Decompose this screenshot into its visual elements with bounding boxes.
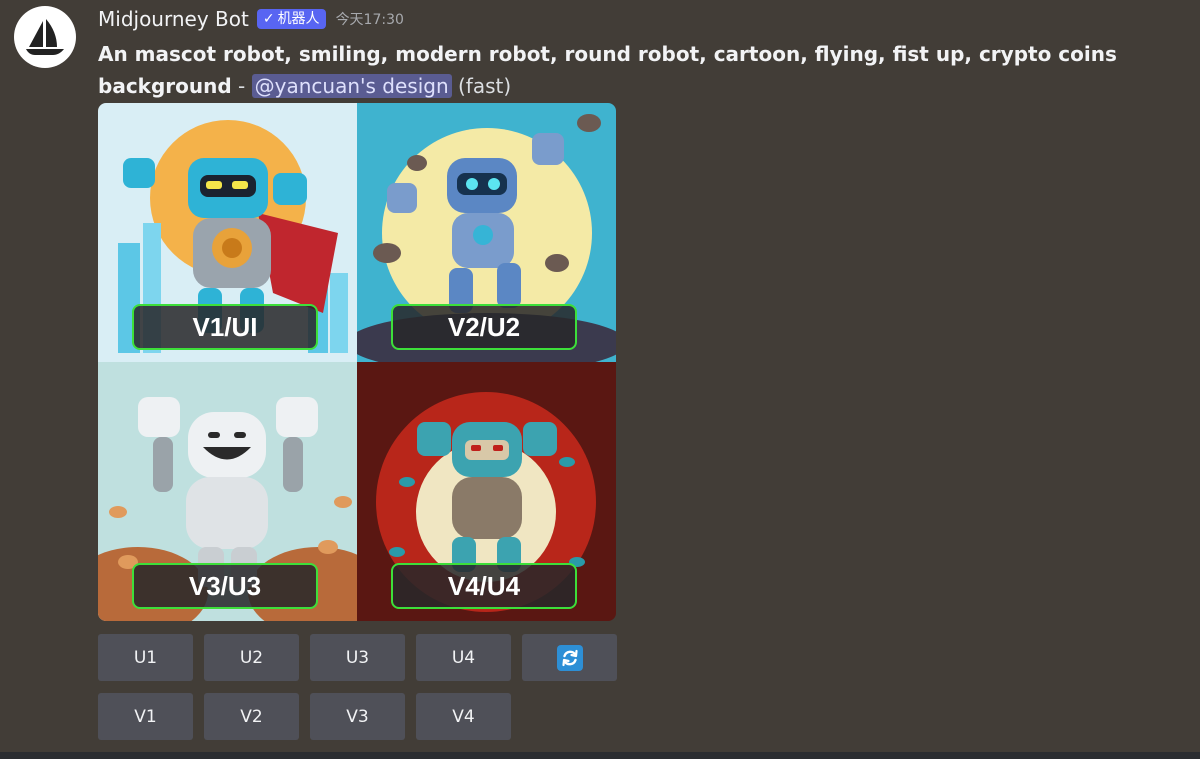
u1-button[interactable]: U1: [98, 634, 193, 681]
grid-image-4[interactable]: V4/U4: [357, 362, 616, 621]
image-grid[interactable]: V1/UI V2/U2 V3/U3 V4/U4: [98, 103, 616, 621]
message-content: An mascot robot, smiling, modern robot, …: [98, 38, 1188, 102]
v2-button[interactable]: V2: [204, 693, 299, 740]
user-mention[interactable]: @yancuan's design: [251, 74, 452, 98]
v1-button[interactable]: V1: [98, 693, 193, 740]
refresh-icon: [556, 644, 583, 671]
reroll-button[interactable]: [522, 634, 617, 681]
bot-badge-label: 机器人: [277, 11, 320, 27]
verified-check-icon: ✓: [262, 11, 275, 27]
variation-button-row: V1 V2 V3 V4: [98, 693, 511, 740]
grid-label-3: V3/U3: [132, 563, 318, 609]
u3-button[interactable]: U3: [310, 634, 405, 681]
message-timestamp: 今天17:30: [335, 12, 404, 28]
prompt-separator: -: [231, 74, 252, 98]
bot-avatar[interactable]: [14, 6, 76, 68]
bot-username[interactable]: Midjourney Bot: [98, 7, 249, 31]
v3-button[interactable]: V3: [310, 693, 405, 740]
grid-image-2[interactable]: V2/U2: [357, 103, 616, 362]
grid-image-3[interactable]: V3/U3: [98, 362, 357, 621]
grid-label-1: V1/UI: [132, 304, 318, 350]
grid-label-2: V2/U2: [391, 304, 577, 350]
v4-button[interactable]: V4: [416, 693, 511, 740]
bottom-divider: [0, 752, 1200, 759]
message-header: Midjourney Bot ✓ 机器人 今天17:30: [98, 5, 404, 33]
bot-badge: ✓ 机器人: [256, 9, 326, 29]
mode-text: (fast): [457, 74, 512, 98]
grid-label-4: V4/U4: [391, 563, 577, 609]
u2-button[interactable]: U2: [204, 634, 299, 681]
grid-image-1[interactable]: V1/UI: [98, 103, 357, 362]
sailboat-logo-icon: [26, 19, 64, 55]
u4-button[interactable]: U4: [416, 634, 511, 681]
chat-message: Midjourney Bot ✓ 机器人 今天17:30 An mascot r…: [0, 0, 1200, 759]
upscale-button-row: U1 U2 U3 U4: [98, 634, 617, 681]
